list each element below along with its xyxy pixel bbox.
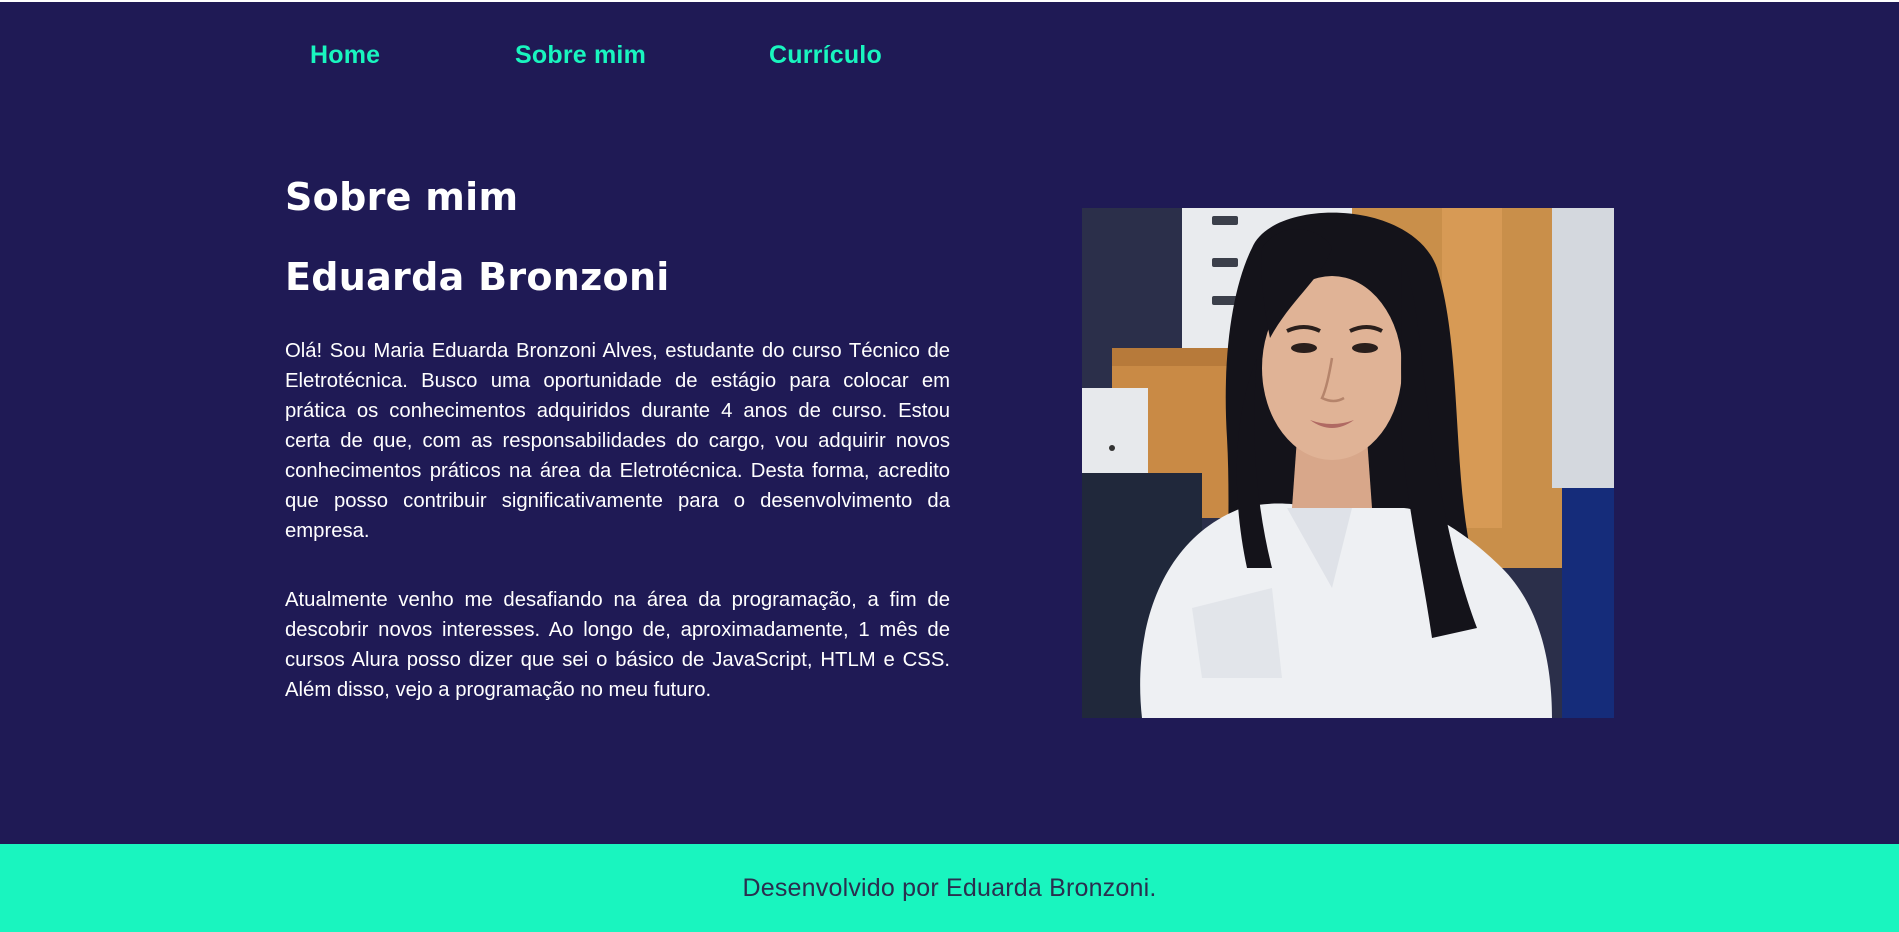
main-nav: Home Sobre mim Currículo xyxy=(310,41,929,70)
person-name: Eduarda Bronzoni xyxy=(285,255,670,299)
footer-text: Desenvolvido por Eduarda Bronzoni. xyxy=(742,873,1157,902)
about-paragraph-1: Olá! Sou Maria Eduarda Bronzoni Alves, e… xyxy=(285,340,950,542)
profile-photo-illustration xyxy=(1082,208,1614,718)
top-border xyxy=(0,0,1899,2)
footer: Desenvolvido por Eduarda Bronzoni. xyxy=(0,844,1899,932)
nav-link-curriculo[interactable]: Currículo xyxy=(769,41,929,70)
nav-link-home[interactable]: Home xyxy=(310,41,515,70)
nav-link-sobre-mim[interactable]: Sobre mim xyxy=(515,41,769,70)
about-paragraph-2: Atualmente venho me desafiando na área d… xyxy=(285,589,950,701)
profile-photo xyxy=(1082,208,1614,718)
section-title: Sobre mim xyxy=(285,175,519,219)
about-section: Sobre mim Eduarda Bronzoni Olá! Sou Mari… xyxy=(285,170,950,705)
